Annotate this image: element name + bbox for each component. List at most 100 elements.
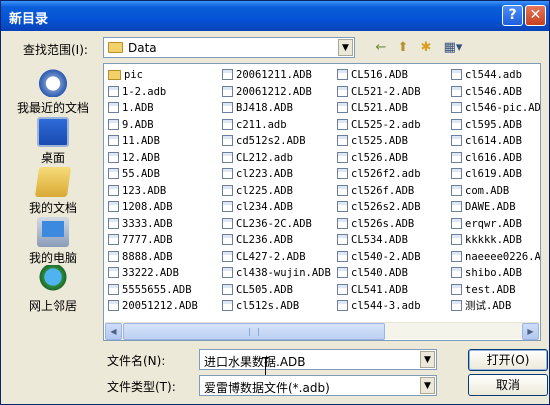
file-item[interactable]: CL236-2C.ADB [222, 217, 312, 232]
file-item[interactable]: CL521.ADB [337, 101, 408, 116]
file-icon [108, 135, 119, 146]
file-item[interactable]: cl616.ADB [451, 151, 522, 166]
file-item[interactable]: cl614.ADB [451, 134, 522, 149]
file-name: cl438-wujin.ADB [236, 267, 331, 279]
file-item[interactable]: cl540.ADB [337, 266, 408, 281]
file-item[interactable]: cl526s.ADB [337, 217, 414, 232]
file-item[interactable]: shibo.ADB [451, 266, 522, 281]
file-item[interactable]: CL521-2.ADB [337, 85, 421, 100]
file-icon [222, 151, 233, 163]
chevron-down-icon[interactable]: ▼ [420, 377, 435, 394]
file-item[interactable]: cl438-wujin.ADB [222, 266, 331, 281]
place-my-computer[interactable]: 我的电脑 [7, 217, 99, 266]
file-item[interactable]: 测试.ADB [451, 299, 511, 314]
file-item[interactable]: CL534.ADB [337, 233, 408, 248]
file-item[interactable]: cl526s2.ADB [337, 200, 421, 215]
file-item[interactable]: DAWE.ADB [451, 200, 516, 215]
file-item[interactable]: CL212.adb [222, 151, 293, 166]
file-item[interactable]: CL236.ADB [222, 233, 293, 248]
place-recent[interactable]: 我最近的文档 [7, 67, 99, 116]
file-item[interactable]: 20061211.ADB [222, 68, 312, 83]
file-name: kkkkk.ADB [465, 234, 522, 246]
file-item[interactable]: c211.adb [222, 118, 287, 133]
file-item[interactable]: 55.ADB [108, 167, 160, 182]
look-in-dropdown[interactable]: Data ▼ [103, 37, 355, 58]
file-item[interactable]: naeeee0226.ADB [451, 250, 541, 265]
file-item[interactable]: 5555655.ADB [108, 283, 192, 298]
place-network[interactable]: 网上邻居 [7, 265, 99, 314]
place-my-documents[interactable]: 我的文档 [7, 167, 99, 216]
file-item[interactable]: CL516.ADB [337, 68, 408, 83]
file-item[interactable]: BJ418.ADB [222, 101, 293, 116]
file-name: 55.ADB [122, 168, 160, 180]
close-button[interactable]: ✕ [525, 5, 546, 26]
file-item[interactable]: 1208.ADB [108, 200, 173, 215]
file-item[interactable]: 3333.ADB [108, 217, 173, 232]
scroll-thumb[interactable] [123, 323, 385, 340]
file-item[interactable]: 20061212.ADB [222, 85, 312, 100]
file-item[interactable]: 11.ADB [108, 134, 160, 149]
file-item[interactable]: cl526f2.adb [337, 167, 421, 182]
up-folder-icon[interactable]: ⬆ [394, 39, 412, 57]
file-icon [451, 168, 462, 179]
file-name: naeeee0226.ADB [465, 250, 541, 263]
file-item[interactable]: CL541.ADB [337, 283, 408, 298]
chevron-down-icon[interactable]: ▼ [420, 351, 435, 368]
file-item[interactable]: cl526.ADB [337, 151, 408, 166]
file-name: CL236.ADB [236, 234, 293, 246]
file-item[interactable]: cl595.ADB [451, 118, 522, 133]
file-item[interactable]: cl526f.ADB [337, 184, 414, 199]
file-item[interactable]: cl546.ADB [451, 85, 522, 100]
file-item[interactable]: cl619.ADB [451, 167, 522, 182]
file-item[interactable]: erqwr.ADB [451, 217, 522, 232]
filename-input[interactable]: 进口水果数据.ADB ▼ [199, 349, 437, 370]
filetype-select[interactable]: 爱雷博数据文件(*.adb) ▼ [199, 375, 437, 396]
chevron-down-icon[interactable]: ▼ [338, 39, 353, 56]
file-name: 20061212.ADB [236, 85, 312, 98]
file-item[interactable]: com.ADB [451, 184, 509, 199]
file-item[interactable]: CL525-2.adb [337, 118, 421, 133]
file-item[interactable]: cl546-pic.ADB [451, 101, 540, 116]
file-item[interactable]: cl544-3.adb [337, 299, 421, 314]
file-item[interactable]: cl512s.ADB [222, 299, 299, 314]
file-list[interactable]: 测试.ADB test.ADB shibo.ADB naeeee0226.ADB kkk… [103, 63, 541, 341]
scroll-right-icon[interactable]: ▶ [522, 323, 539, 340]
help-button[interactable]: ? [502, 5, 523, 26]
cancel-button[interactable]: 取消 [468, 374, 548, 396]
file-item[interactable]: 7777.ADB [108, 233, 173, 248]
file-item[interactable]: CL505.ADB [222, 283, 293, 298]
file-item[interactable]: 12.ADB [108, 151, 160, 166]
file-name: CL521-2.ADB [351, 85, 421, 98]
file-name: cl526f.ADB [351, 184, 415, 197]
file-item[interactable]: 9.ADB [108, 118, 154, 133]
file-item[interactable]: 1-2.adb [108, 85, 166, 100]
file-item[interactable]: 20051212.ADB [108, 299, 198, 314]
file-item[interactable]: 1.ADB [108, 101, 154, 116]
open-button[interactable]: 打开(O) [468, 349, 548, 371]
file-item[interactable]: cl223.ADB [222, 167, 293, 182]
horizontal-scrollbar[interactable]: ◀ ▶ [105, 322, 539, 340]
file-item[interactable]: 33222.ADB [108, 266, 179, 281]
file-name: cl544-3.adb [351, 300, 421, 312]
file-name: cl526.ADB [351, 151, 408, 164]
recent-documents-icon [37, 67, 69, 97]
file-item[interactable]: 8888.ADB [108, 250, 173, 265]
views-menu-icon[interactable]: ▦▾ [441, 39, 465, 57]
file-item[interactable]: cl234.ADB [222, 200, 293, 215]
file-item[interactable]: cd512s2.ADB [222, 134, 306, 149]
file-item[interactable]: kkkkk.ADB [451, 233, 522, 248]
file-item[interactable]: CL427-2.ADB [222, 250, 306, 265]
file-item[interactable]: pic [108, 68, 143, 83]
file-item[interactable]: 123.ADB [108, 184, 166, 199]
file-icon [337, 283, 348, 295]
file-item[interactable]: cl225.ADB [222, 184, 293, 199]
file-item[interactable]: test.ADB [451, 283, 516, 298]
back-icon[interactable]: ← [373, 39, 389, 57]
file-item[interactable]: cl525.ADB [337, 134, 408, 149]
scroll-left-icon[interactable]: ◀ [105, 323, 122, 340]
new-folder-icon[interactable]: ✱ [417, 39, 435, 57]
file-item[interactable]: cl544.adb [451, 68, 522, 83]
place-desktop[interactable]: 桌面 [7, 117, 99, 166]
filename-label: 文件名(N): [107, 354, 166, 368]
file-item[interactable]: cl540-2.ADB [337, 250, 421, 265]
